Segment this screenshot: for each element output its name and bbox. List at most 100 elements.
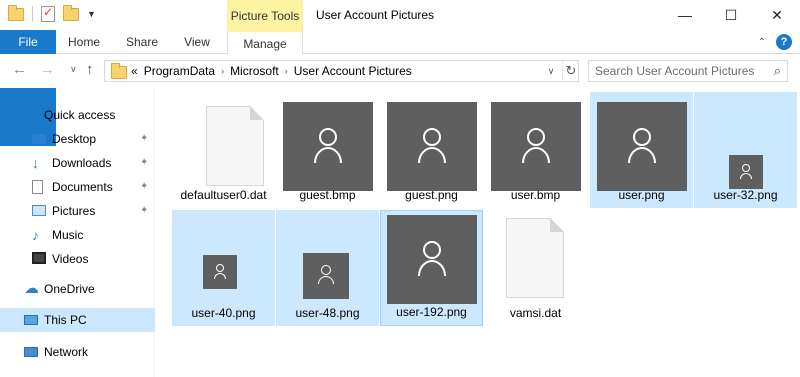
new-folder-icon[interactable]	[63, 4, 79, 21]
chevron-up-icon[interactable]: ⌃	[758, 37, 766, 48]
search-input[interactable]	[595, 63, 759, 79]
maximize-button[interactable]: ☐	[708, 0, 754, 30]
documents-icon	[32, 180, 43, 194]
user-picture-icon	[729, 155, 763, 189]
sidebar-item-pictures[interactable]: Pictures ✦	[0, 199, 155, 223]
user-picture-icon	[303, 253, 349, 299]
user-picture-icon	[203, 255, 237, 289]
navigation-pane: ★ Quick access Desktop ✦ ↓ Downloads ✦ D…	[0, 88, 155, 377]
blank-document-icon	[506, 218, 564, 298]
recent-locations-icon[interactable]: ∨	[70, 64, 77, 75]
sidebar-item-quick-access[interactable]: ★ Quick access	[0, 103, 155, 127]
tab-share[interactable]: Share	[117, 30, 167, 54]
sidebar-item-label: Desktop	[52, 132, 97, 146]
sidebar-item-label: Pictures	[52, 204, 96, 218]
file-item[interactable]: user.bmp	[484, 92, 587, 208]
desktop-icon	[32, 134, 46, 144]
blank-document-icon	[206, 106, 264, 186]
tab-view[interactable]: View	[174, 30, 220, 54]
user-picture-icon	[491, 102, 581, 191]
sidebar-item-label: Downloads	[52, 156, 112, 170]
user-picture-icon	[387, 102, 477, 191]
breadcrumb: « ProgramData › Microsoft › User Account…	[131, 64, 412, 78]
help-icon[interactable]: ?	[776, 34, 792, 50]
close-button[interactable]: ✕	[754, 0, 800, 30]
address-bar[interactable]: « ProgramData › Microsoft › User Account…	[104, 60, 579, 82]
sidebar-item-label: Network	[44, 345, 89, 359]
sidebar-item-label: Quick access	[44, 108, 116, 122]
sidebar-item-label: Documents	[52, 180, 113, 194]
user-picture-icon	[387, 215, 477, 304]
quick-access-toolbar: ▼	[8, 4, 96, 22]
breadcrumb-item-programdata[interactable]: ProgramData	[144, 64, 215, 78]
file-name: guest.bmp	[299, 188, 356, 202]
pin-icon[interactable]: ✦	[140, 127, 148, 151]
star-icon: ★	[24, 107, 37, 123]
back-arrow-icon[interactable]: ←	[12, 61, 27, 78]
ribbon-controls: ⌃ ?	[758, 34, 792, 50]
sidebar-item-this-pc[interactable]: This PC	[0, 308, 155, 332]
sidebar-item-videos[interactable]: Videos	[0, 247, 155, 271]
sidebar-item-network[interactable]: Network	[0, 340, 155, 364]
file-item[interactable]: guest.bmp	[276, 92, 379, 208]
sidebar-item-documents[interactable]: Documents ✦	[0, 175, 155, 199]
tab-home[interactable]: Home	[58, 30, 110, 54]
sidebar-item-desktop[interactable]: Desktop ✦	[0, 127, 155, 151]
tab-manage[interactable]: Manage	[227, 30, 303, 55]
refresh-icon[interactable]: ↻	[562, 60, 579, 82]
pin-icon[interactable]: ✦	[140, 175, 148, 199]
file-name: guest.png	[405, 188, 458, 202]
file-name: user-192.png	[396, 305, 467, 319]
file-name: user-32.png	[713, 188, 778, 202]
minimize-button[interactable]: —	[662, 0, 708, 30]
file-item[interactable]: user-32.png	[694, 92, 797, 208]
search-box[interactable]: ⌕	[588, 60, 788, 82]
up-arrow-icon[interactable]: ↑	[86, 61, 94, 78]
file-list: defaultuser0.dat guest.bmp guest.png use…	[156, 88, 800, 377]
chevron-right-icon[interactable]: ›	[221, 66, 224, 76]
pin-icon[interactable]: ✦	[140, 199, 148, 223]
sidebar-item-label: Music	[52, 228, 84, 242]
pictures-icon	[32, 205, 46, 216]
breadcrumb-item-user-account-pictures[interactable]: User Account Pictures	[294, 64, 412, 78]
file-item[interactable]: user-40.png	[172, 210, 275, 326]
user-picture-icon	[597, 102, 687, 191]
file-item[interactable]: defaultuser0.dat	[172, 92, 275, 208]
videos-icon	[32, 252, 46, 264]
breadcrumb-overflow-icon[interactable]: «	[131, 64, 138, 78]
file-item[interactable]: user-48.png	[276, 210, 379, 326]
title-bar: ▼ Picture Tools User Account Pictures — …	[0, 0, 800, 30]
onedrive-icon: ☁	[24, 280, 39, 297]
folder-icon	[8, 4, 24, 21]
user-picture-icon	[283, 102, 373, 191]
file-item[interactable]: vamsi.dat	[484, 210, 587, 326]
customize-toolbar-icon[interactable]: ▼	[87, 9, 96, 19]
window-title: User Account Pictures	[316, 8, 435, 22]
sidebar-item-label: OneDrive	[44, 282, 95, 296]
file-name: defaultuser0.dat	[180, 188, 267, 202]
folder-icon	[111, 63, 127, 79]
divider	[32, 6, 33, 22]
file-name: user-48.png	[295, 306, 360, 320]
sidebar-item-music[interactable]: ♪ Music	[0, 223, 155, 247]
pin-icon[interactable]: ✦	[140, 151, 148, 175]
file-item[interactable]: user.png	[590, 92, 693, 208]
file-item[interactable]: user-192.png	[380, 210, 483, 326]
sidebar-item-downloads[interactable]: ↓ Downloads ✦	[0, 151, 155, 175]
file-name: user.bmp	[510, 188, 561, 202]
network-icon	[24, 347, 38, 357]
ribbon-tabs: File Home Share View Manage ⌃ ?	[0, 30, 800, 146]
music-icon: ♪	[32, 227, 39, 243]
sidebar-item-label: This PC	[44, 313, 87, 327]
properties-icon[interactable]	[41, 5, 55, 22]
breadcrumb-item-microsoft[interactable]: Microsoft	[230, 64, 279, 78]
file-name: vamsi.dat	[509, 306, 562, 320]
file-name: user-40.png	[191, 306, 256, 320]
sidebar-item-onedrive[interactable]: ☁ OneDrive	[0, 277, 155, 301]
file-item[interactable]: guest.png	[380, 92, 483, 208]
sidebar-item-label: Videos	[52, 252, 89, 266]
forward-arrow-icon[interactable]: →	[40, 61, 55, 78]
search-icon[interactable]: ⌕	[774, 63, 781, 79]
chevron-right-icon[interactable]: ›	[285, 66, 288, 76]
chevron-down-icon[interactable]: ∨	[542, 60, 560, 82]
